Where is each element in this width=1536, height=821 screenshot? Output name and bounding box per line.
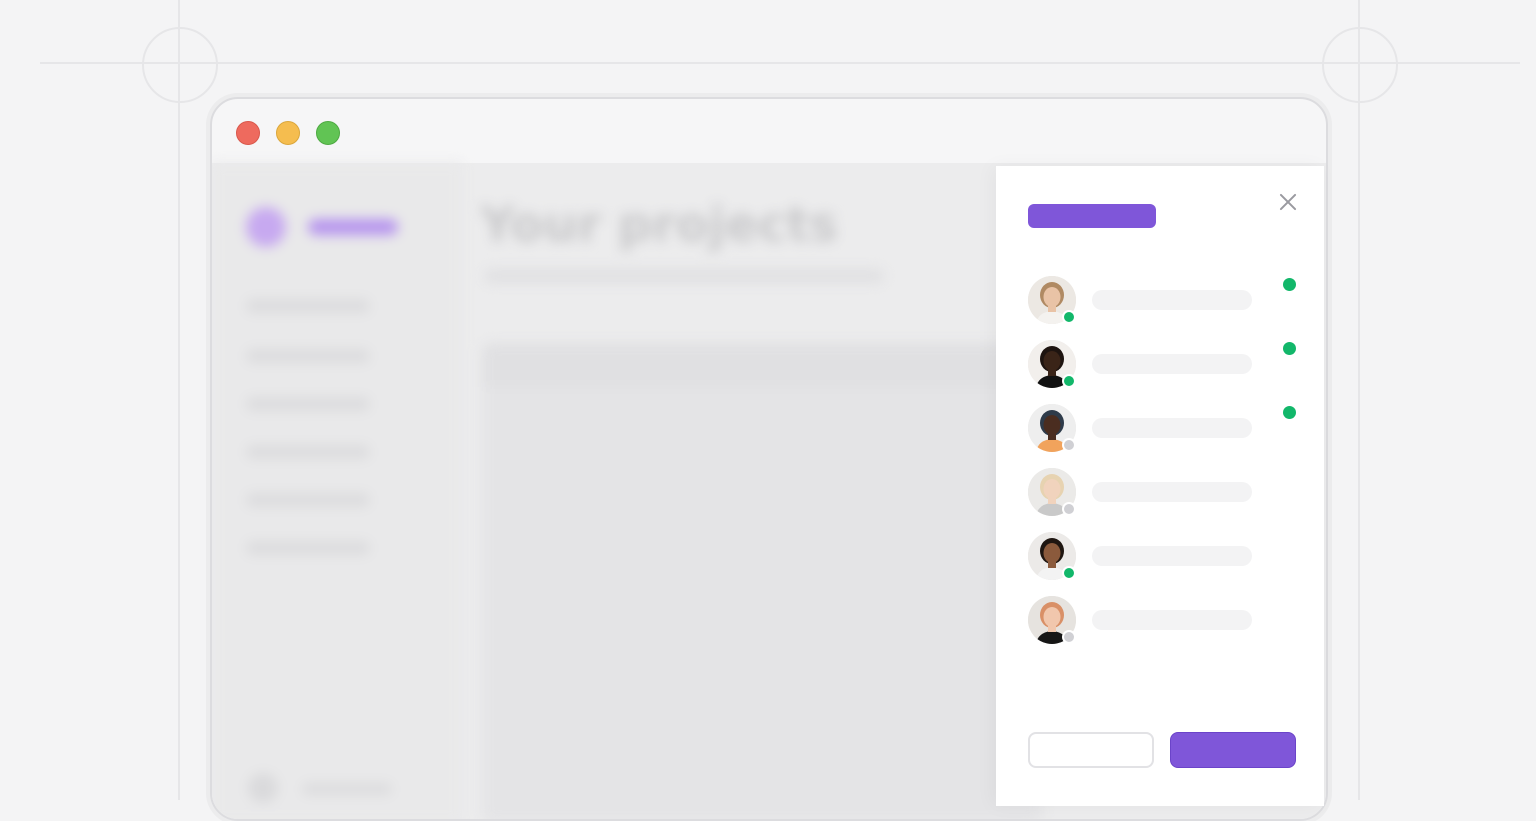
confirm-button[interactable]	[1170, 732, 1296, 768]
projects-card-header	[482, 343, 1042, 387]
brand-logo	[246, 207, 286, 247]
member-name-placeholder	[1092, 546, 1252, 566]
member-name-placeholder	[1092, 354, 1252, 374]
member-name-placeholder	[1092, 482, 1252, 502]
status-dot	[1283, 278, 1296, 291]
page-subtitle-placeholder	[484, 269, 884, 283]
page-title: Your projects	[480, 197, 838, 253]
close-window-button[interactable]	[236, 121, 260, 145]
member-name-placeholder	[1092, 610, 1252, 630]
presence-indicator	[1062, 630, 1076, 644]
sidebar-item[interactable]	[246, 349, 370, 363]
member-row[interactable]	[1028, 468, 1308, 516]
guide-circle-left	[142, 27, 218, 103]
presence-indicator	[1062, 502, 1076, 516]
projects-card	[482, 343, 1042, 819]
guide-line-horizontal	[40, 62, 1520, 64]
guide-line-right	[1358, 0, 1360, 800]
member-name-placeholder	[1092, 290, 1252, 310]
share-panel	[996, 166, 1324, 806]
sidebar-item[interactable]	[246, 493, 370, 507]
sidebar-item[interactable]	[246, 541, 370, 555]
cancel-button[interactable]	[1028, 732, 1154, 768]
sidebar-item[interactable]	[246, 299, 370, 313]
member-row[interactable]	[1028, 404, 1308, 452]
sidebar-item[interactable]	[246, 397, 370, 411]
presence-indicator	[1062, 310, 1076, 324]
minimize-window-button[interactable]	[276, 121, 300, 145]
member-row[interactable]	[1028, 340, 1308, 388]
status-dot	[1283, 342, 1296, 355]
close-icon[interactable]	[1272, 186, 1304, 218]
presence-indicator	[1062, 438, 1076, 452]
member-row[interactable]	[1028, 532, 1308, 580]
brand-name-placeholder	[308, 219, 398, 235]
user-name-placeholder	[302, 783, 392, 795]
status-dot	[1283, 406, 1296, 419]
maximize-window-button[interactable]	[316, 121, 340, 145]
panel-title-placeholder	[1028, 204, 1156, 228]
member-name-placeholder	[1092, 418, 1252, 438]
guide-circle-right	[1322, 27, 1398, 103]
window-titlebar	[212, 99, 1326, 163]
presence-indicator	[1062, 374, 1076, 388]
member-row[interactable]	[1028, 276, 1308, 324]
guide-line-left	[178, 0, 180, 800]
user-avatar[interactable]	[248, 773, 278, 803]
member-row[interactable]	[1028, 596, 1308, 644]
presence-indicator	[1062, 566, 1076, 580]
sidebar	[212, 163, 462, 819]
sidebar-item[interactable]	[246, 445, 370, 459]
